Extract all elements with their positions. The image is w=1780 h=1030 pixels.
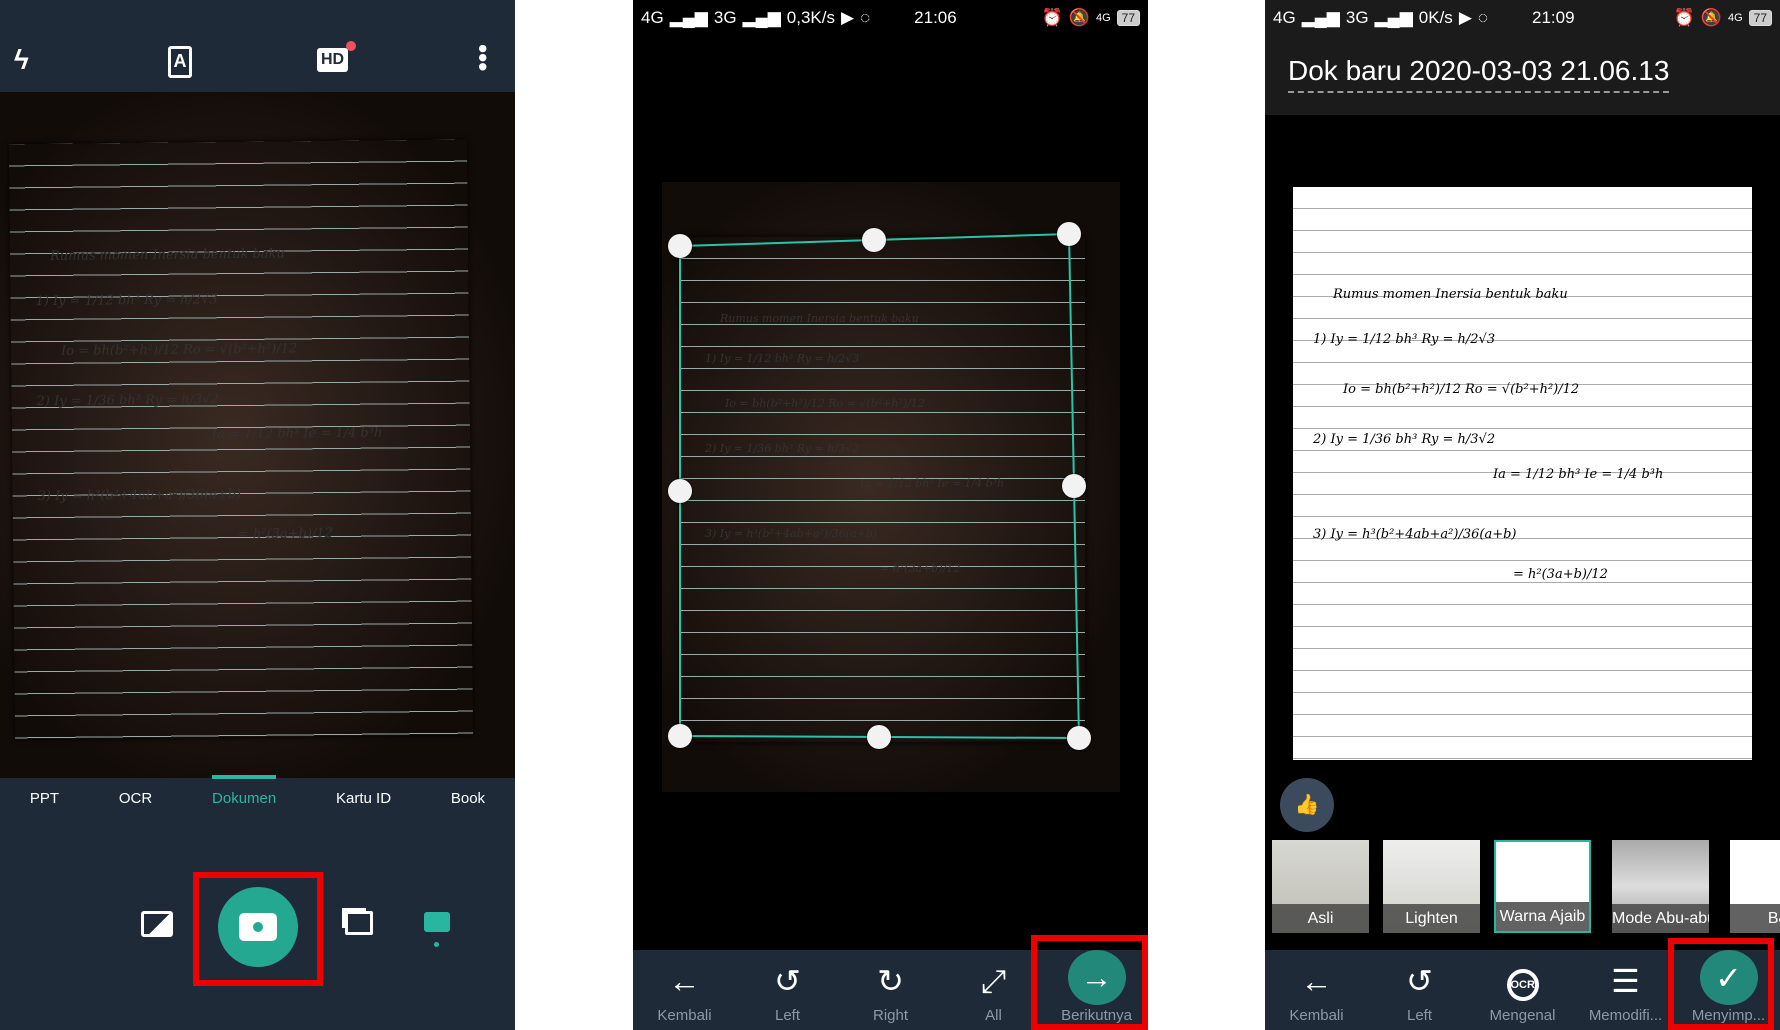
button-label: Left	[1406, 1007, 1433, 1024]
filter-lighten[interactable]: Lighten	[1383, 840, 1480, 933]
button-label: Kembali	[657, 1007, 712, 1024]
crop-handle-top-right[interactable]	[1057, 222, 1081, 246]
rotate-left-icon: ↺	[1406, 963, 1433, 999]
filter-label: Warna Ajaib	[1496, 902, 1589, 931]
button-label: Kembali	[1289, 1007, 1344, 1024]
note-line: Io = bh(b²+h²)/12 Ro = √(b²+h²)/12	[1343, 382, 1580, 397]
rotate-right-button[interactable]: ↻ Right	[839, 950, 942, 1030]
highlight-box	[193, 872, 323, 986]
filter-asli[interactable]: Asli	[1272, 840, 1369, 933]
crop-handle-right[interactable]	[1062, 474, 1086, 498]
highlight-box	[1668, 938, 1774, 1030]
note-line: 3) Iy = h³(b²+4ab+a²)/36(a+b)	[37, 487, 242, 505]
header: 4G ▂▄▆ 3G ▂▄▆ 0K/s ▶ ◌ 21:09 ⏰ 🔕 4G 77 Dok b…	[1265, 0, 1780, 115]
notification-dot	[346, 41, 356, 51]
note-line: 1) Iy = 1/12 bh³ Ry = h/2√3	[1313, 332, 1496, 347]
network-label: 4G	[1727, 12, 1743, 24]
crop-handle-top-left[interactable]	[668, 234, 692, 258]
note-line: 2) Iy = 1/36 bh³ Ry = h/3√2	[1313, 432, 1496, 447]
note-line: Io = bh(b²+h²)/12 Ro = √(b²+h²)/12	[60, 341, 298, 359]
text-mode-icon[interactable]: A	[168, 46, 192, 78]
note-line: 3) Iy = h³(b²+4ab+a²)/36(a+b)	[1313, 527, 1517, 542]
crop-handle-top[interactable]	[862, 228, 886, 252]
camera-top-bar: ϟ A HD •••	[0, 0, 515, 92]
network-label: 3G	[1345, 8, 1369, 27]
button-label: All	[985, 1007, 1002, 1024]
back-button[interactable]: ← Kembali	[1265, 950, 1368, 1030]
button-label: Right	[872, 1007, 909, 1024]
clock: 21:09	[1532, 8, 1575, 27]
button-label: Left	[774, 1007, 801, 1024]
crop-handle-bottom-left[interactable]	[668, 724, 692, 748]
filter-mode-abu-abu[interactable]: Mode Abu-abu	[1612, 840, 1709, 933]
filter-warna-ajaib[interactable]: Warna Ajaib	[1494, 840, 1591, 933]
button-label: Mengenal	[1489, 1007, 1556, 1024]
batch-icon[interactable]	[345, 911, 373, 935]
camera-preview: Rumus momen Inersia bentuk baku 1) Iy = …	[0, 92, 515, 778]
note-line: Rumus momen Inersia bentuk baku	[1333, 287, 1568, 302]
gallery-icon[interactable]	[141, 911, 173, 937]
crop-handle-bottom[interactable]	[867, 725, 891, 749]
rotate-right-icon: ↻	[877, 963, 904, 999]
note-line: 1) Iy = 1/12 bh³ Ry = h/2√3	[35, 292, 218, 310]
crop-handle-bottom-right[interactable]	[1067, 726, 1091, 750]
note-line: 2) Iy = 1/36 bh³ Ry = h/3√2	[36, 392, 219, 410]
flash-auto-icon[interactable]: ϟ	[14, 44, 29, 76]
ocr-button[interactable]: OCR Mengenal	[1471, 950, 1574, 1030]
mute-icon: 🔕	[1700, 8, 1722, 27]
tab-ppt[interactable]: PPT	[30, 790, 59, 807]
filter-bw[interactable]: B&	[1730, 840, 1780, 933]
edit-screen: 4G ▂▄▆ 3G ▂▄▆ 0K/s ▶ ◌ 21:09 ⏰ 🔕 4G 77 Dok b…	[1265, 0, 1780, 1030]
filter-label: Lighten	[1383, 904, 1480, 933]
signal-icon: ▂▄▆	[1301, 8, 1340, 27]
crop-screen: 4G ▂▄▆ 3G ▂▄▆ 0,3K/s ▶ ◌ 21:06 ⏰ 🔕 4G 77 Rum…	[633, 0, 1148, 1030]
filter-label: Mode Abu-abu	[1612, 904, 1709, 933]
tab-kartu-id[interactable]: Kartu ID	[336, 790, 391, 807]
note-line: Rumus momen Inersia bentuk baku	[49, 246, 285, 264]
rotate-left-button[interactable]: ↺ Left	[736, 950, 839, 1030]
note-line: Ia = 1/12 bh³ Ie = 1/4 b³h	[1493, 467, 1664, 482]
more-vert-icon[interactable]: •••	[468, 44, 498, 71]
camera-screen: ϟ A HD ••• Rumus momen Inersia bentuk ba…	[0, 0, 515, 1030]
tab-ocr[interactable]: OCR	[119, 790, 152, 807]
note-line: = h²(3a+b)/12	[1513, 567, 1608, 582]
rotate-left-icon: ↺	[774, 963, 801, 999]
active-dot	[434, 942, 439, 947]
filter-label: Asli	[1272, 904, 1369, 933]
highlight-box	[1031, 935, 1148, 1030]
button-label: Memodifi...	[1588, 1007, 1663, 1024]
filter-label: B&	[1730, 904, 1780, 933]
mode-tabs: PPT OCR Dokumen Kartu ID Book	[0, 774, 515, 818]
adjust-button[interactable]: ☰ Memodifi...	[1574, 950, 1677, 1030]
sliders-icon: ☰	[1611, 963, 1640, 999]
battery-indicator: 77	[1748, 10, 1772, 26]
rotate-left-button[interactable]: ↺ Left	[1368, 950, 1471, 1030]
back-button[interactable]: ← Kembali	[633, 950, 736, 1030]
arrow-left-icon: ←	[668, 963, 701, 999]
tab-book[interactable]: Book	[451, 790, 485, 807]
document-title[interactable]: Dok baru 2020-03-03 21.06.13	[1288, 55, 1670, 93]
network-label: 4G	[1273, 8, 1296, 27]
feedback-button[interactable]: 👍	[1280, 778, 1334, 832]
enhanced-document: Rumus momen Inersia bentuk baku 1) Iy = …	[1293, 187, 1752, 760]
status-bar: 4G ▂▄▆ 3G ▂▄▆ 0K/s ▶ ◌ 21:09 ⏰ 🔕 4G 77	[1265, 0, 1780, 36]
note-line: = h²(3a+b)/12	[237, 526, 333, 543]
tab-dokumen[interactable]: Dokumen	[212, 774, 277, 807]
youtube-icon: ▶	[1458, 8, 1472, 27]
speed-label: 0K/s	[1418, 8, 1453, 27]
thumbs-up-down-icon: 👍	[1294, 794, 1320, 816]
alarm-icon: ⏰	[1673, 8, 1695, 27]
hd-icon[interactable]: HD	[317, 48, 349, 72]
select-all-button[interactable]: ⤢ All	[942, 950, 1045, 1030]
arrow-left-icon: ←	[1300, 963, 1333, 999]
crop-handle-left[interactable]	[668, 479, 692, 503]
single-shot-icon[interactable]	[424, 912, 450, 932]
ocr-search-icon: OCR	[1506, 969, 1539, 1001]
notebook-page: Rumus momen Inersia bentuk baku 1) Iy = …	[8, 139, 474, 740]
whatsapp-icon: ◌	[1477, 8, 1488, 27]
expand-icon: ⤢	[980, 963, 1007, 999]
note-line: Ia = 1/12 bh³ Ie = 1/4 b³h	[211, 425, 383, 443]
signal-icon: ▂▄▆	[1374, 8, 1413, 27]
